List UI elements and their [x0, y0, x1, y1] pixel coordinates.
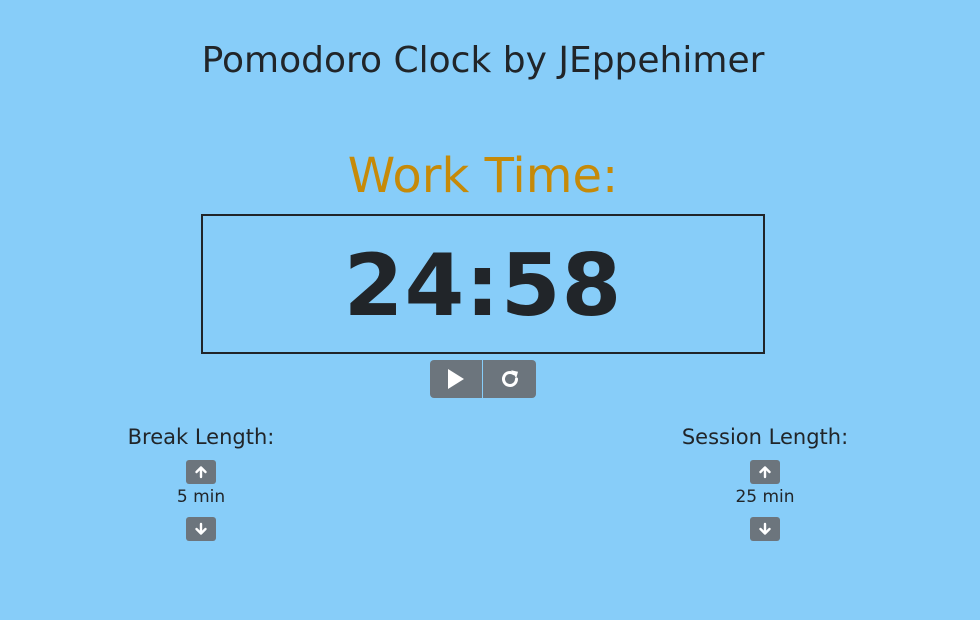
session-setting: Session Length: 25 min — [645, 422, 885, 541]
arrow-up-icon — [195, 466, 207, 479]
app-title: Pomodoro Clock by JEppehimer — [201, 40, 765, 81]
arrow-down-icon — [759, 522, 771, 535]
break-increment-button[interactable] — [186, 460, 216, 484]
timer-controls — [430, 360, 536, 398]
reset-icon — [501, 370, 518, 387]
break-decrement-button[interactable] — [186, 517, 216, 541]
timer-display: 24:58 — [343, 236, 623, 336]
break-length-label: Break Length: — [127, 425, 275, 449]
timer-box: 24:58 — [201, 214, 765, 354]
reset-button[interactable] — [483, 360, 536, 398]
break-length-value: 5 min — [176, 487, 226, 507]
session-increment-button[interactable] — [750, 460, 780, 484]
break-setting: Break Length: 5 min — [81, 422, 321, 541]
timer-mode-label: Work Time: — [347, 148, 619, 204]
session-decrement-button[interactable] — [750, 517, 780, 541]
play-icon — [448, 369, 464, 389]
arrow-down-icon — [195, 522, 207, 535]
arrow-up-icon — [759, 466, 771, 479]
session-length-value: 25 min — [735, 487, 795, 507]
play-button[interactable] — [430, 360, 482, 398]
session-length-label: Session Length: — [681, 425, 849, 449]
